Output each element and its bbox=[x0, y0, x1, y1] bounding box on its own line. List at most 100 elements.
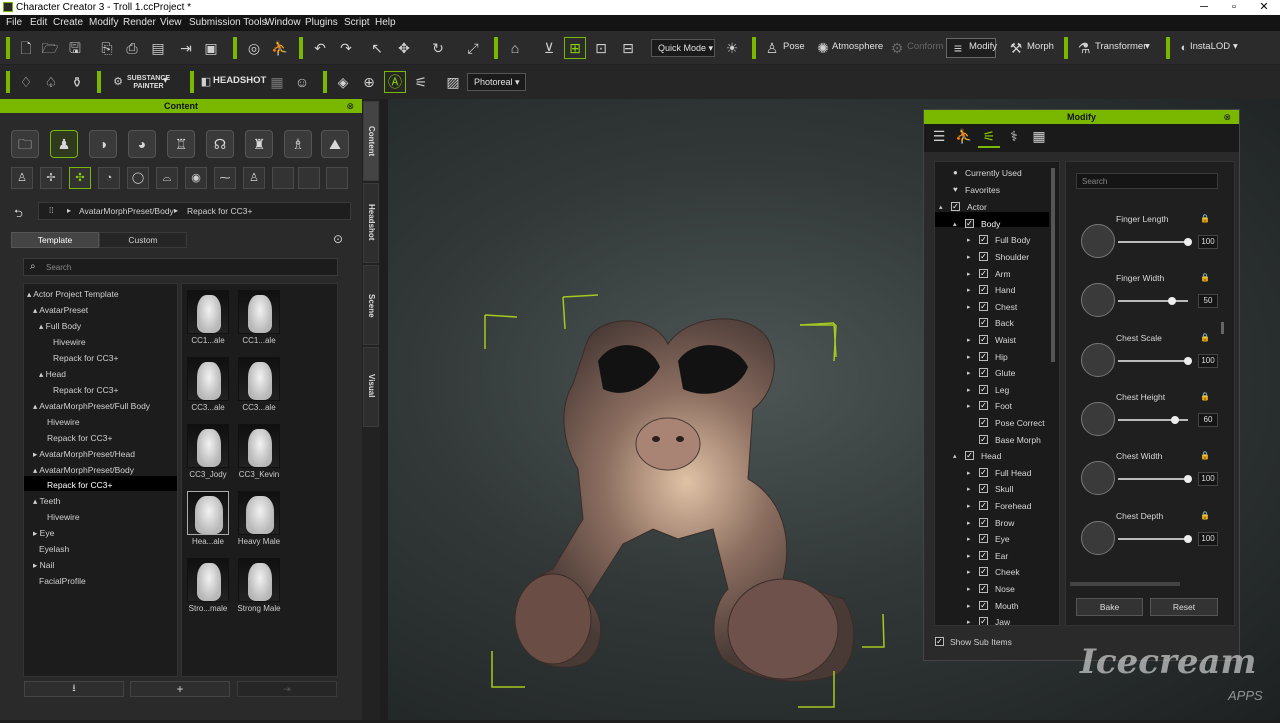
motion-tab-icon[interactable]: ⛹ bbox=[953, 128, 975, 148]
head-subtile-icon[interactable]: ◯ bbox=[127, 167, 149, 189]
list-item[interactable]: ▸ ✓ Glute bbox=[935, 367, 1049, 381]
render-mode-dropdown[interactable]: Photoreal ▾ bbox=[467, 73, 526, 91]
substance-painter-icon[interactable]: ⚙ bbox=[108, 72, 128, 92]
scene-tile-icon[interactable]: ⛰ bbox=[321, 130, 349, 158]
slider-handle[interactable] bbox=[1170, 415, 1179, 424]
category-checkbox[interactable]: ✓ bbox=[965, 218, 974, 228]
list-item[interactable]: ▸ ✓ Skull bbox=[935, 483, 1049, 497]
thumbnail[interactable] bbox=[187, 357, 229, 401]
collapse-arrow-icon[interactable]: ▸ bbox=[967, 303, 971, 311]
tree-item[interactable]: Repack for CC3+ bbox=[53, 385, 118, 395]
nail-subtile-icon[interactable]: ♙ bbox=[243, 167, 265, 189]
panel-close-icon[interactable]: ⊗ bbox=[346, 99, 354, 113]
category-checkbox[interactable]: ✓ bbox=[979, 351, 988, 361]
collapse-arrow-icon[interactable]: ▸ bbox=[967, 236, 971, 244]
tree-item-selected[interactable]: Repack for CC3+ bbox=[47, 480, 112, 490]
list-item[interactable]: ▸ ✓ Forehead bbox=[935, 500, 1049, 514]
tree-item[interactable]: ▴ Full Body bbox=[39, 321, 81, 332]
thumbnail[interactable] bbox=[187, 424, 229, 468]
collapse-arrow-icon[interactable]: ▸ bbox=[967, 485, 971, 493]
list-item[interactable]: ▸ ✓ Shoulder bbox=[935, 251, 1049, 265]
category-checkbox[interactable]: ✓ bbox=[979, 617, 988, 625]
collapse-arrow-icon[interactable]: ▸ bbox=[967, 336, 971, 344]
sphere-icon[interactable]: ◎ bbox=[244, 38, 264, 58]
list-item[interactable]: ✓ Base Morph bbox=[935, 434, 1049, 448]
pose-tile-icon[interactable]: ♗ bbox=[284, 130, 312, 158]
collapse-arrow-icon[interactable]: ▸ bbox=[967, 535, 971, 543]
menu-script[interactable]: Script bbox=[344, 17, 370, 28]
tree-item[interactable]: Repack for CC3+ bbox=[47, 433, 112, 443]
open-folder-icon[interactable]: 🗁 bbox=[40, 38, 60, 58]
category-checkbox[interactable]: ✓ bbox=[979, 268, 988, 278]
list-item[interactable]: ▸ ✓ Arm bbox=[935, 268, 1049, 282]
category-checkbox[interactable]: ✓ bbox=[979, 501, 988, 510]
category-checkbox[interactable]: ✓ bbox=[979, 434, 988, 444]
move-icon[interactable]: ✥ bbox=[394, 38, 414, 58]
thumbnail[interactable] bbox=[238, 491, 280, 535]
slider-value-field[interactable]: 60 bbox=[1198, 412, 1218, 427]
material-tab-icon[interactable]: ⚕ bbox=[1003, 128, 1025, 148]
tree-item[interactable]: FacialProfile bbox=[39, 576, 86, 586]
home-icon[interactable]: ⌂ bbox=[505, 38, 525, 58]
slider-value-field[interactable]: 100 bbox=[1198, 235, 1218, 249]
screen-icon[interactable]: ▣ bbox=[201, 38, 221, 58]
tree-item[interactable]: Hivewire bbox=[53, 337, 86, 347]
search-zoom-icon[interactable]: ⊕ bbox=[359, 72, 379, 92]
category-checkbox[interactable]: ✓ bbox=[979, 301, 988, 311]
rotate-icon[interactable]: ↻ bbox=[428, 38, 448, 58]
slider-value-field[interactable]: 100 bbox=[1198, 531, 1218, 546]
transformer-icon[interactable]: ⚗ bbox=[1074, 38, 1094, 58]
side-tab-visual[interactable]: Visual bbox=[363, 347, 379, 427]
thumbnail[interactable] bbox=[238, 558, 280, 602]
substance-dropdown-icon[interactable]: ▾ bbox=[163, 75, 168, 86]
pipe-icon[interactable]: ⚱ bbox=[67, 72, 87, 92]
collapse-arrow-icon[interactable]: ▸ bbox=[967, 402, 971, 410]
tab-custom[interactable]: Custom bbox=[99, 232, 187, 248]
download-button[interactable]: ⭳ bbox=[24, 681, 124, 697]
tree-item[interactable]: ▴ Teeth bbox=[33, 496, 60, 507]
tree-item[interactable]: ▴ Actor Project Template bbox=[27, 289, 119, 300]
category-checkbox[interactable]: ✓ bbox=[979, 567, 988, 577]
category-checkbox[interactable]: ✓ bbox=[979, 418, 988, 427]
transformer-button[interactable]: Transformer bbox=[1095, 41, 1146, 52]
body-morph-tile-icon[interactable]: ♟ bbox=[50, 130, 78, 158]
tree-item[interactable]: ▸ Nail bbox=[33, 560, 54, 571]
auto-icon[interactable]: Ⓐ bbox=[384, 71, 406, 93]
head-tile-icon[interactable]: ◑ bbox=[89, 130, 117, 158]
instalod-button[interactable]: InstaLOD bbox=[1190, 41, 1230, 52]
export-icon[interactable]: ⎙ bbox=[122, 38, 142, 58]
minimize-icon[interactable]: ─ bbox=[1189, 0, 1219, 15]
list-item[interactable]: ▸ ✓ Ear bbox=[935, 550, 1049, 564]
slider-handle[interactable] bbox=[1184, 475, 1192, 484]
paint-icon[interactable]: ♢ bbox=[16, 72, 36, 92]
folder-tile-icon[interactable]: 🗀 bbox=[11, 130, 39, 158]
category-checkbox[interactable]: ✓ bbox=[979, 285, 988, 295]
modify-search-field[interactable]: Search bbox=[1076, 173, 1218, 189]
category-checkbox[interactable]: ✓ bbox=[979, 534, 988, 544]
list-item[interactable]: ▸ ✓ Brow bbox=[935, 517, 1049, 531]
list-item[interactable]: ▸ ✓ Jaw bbox=[935, 616, 1049, 625]
slider-handle[interactable] bbox=[1167, 297, 1176, 306]
list-item[interactable]: ▸ ✓ Hip bbox=[935, 351, 1049, 365]
list-item[interactable]: ▸ ✓ Eye bbox=[935, 533, 1049, 547]
list-item[interactable]: ✓ Pose Correct bbox=[935, 417, 1049, 431]
menu-edit[interactable]: Edit bbox=[30, 17, 47, 28]
add-button[interactable]: + bbox=[130, 681, 230, 697]
skin-tile-icon[interactable]: ◕ bbox=[128, 130, 156, 158]
quick-mode-dropdown[interactable]: Quick Mode ▾ bbox=[651, 39, 715, 57]
morph-tab-icon[interactable]: ⚟ bbox=[978, 128, 1000, 148]
slider-track[interactable] bbox=[1118, 478, 1188, 481]
list-item[interactable]: ▸ ✓ Chest bbox=[935, 301, 1049, 315]
select-icon[interactable]: ↖ bbox=[367, 38, 387, 58]
category-checkbox[interactable]: ✓ bbox=[965, 451, 974, 461]
list-item[interactable]: ▸ ✓ Cheek bbox=[935, 566, 1049, 580]
paint-plus-icon[interactable]: ♤ bbox=[41, 72, 61, 92]
tree-item[interactable]: ▴ AvatarPreset bbox=[33, 305, 88, 316]
menu-view[interactable]: View bbox=[160, 17, 182, 28]
collapse-arrow-icon[interactable]: ▸ bbox=[967, 552, 971, 560]
list-item[interactable]: ▸ ✓ Foot bbox=[935, 400, 1049, 414]
close-icon[interactable]: ✕ bbox=[1249, 0, 1279, 15]
menu-submission-tools[interactable]: Submission Tools bbox=[189, 17, 267, 28]
collapse-arrow-icon[interactable]: ▸ bbox=[967, 519, 971, 527]
maximize-icon[interactable]: ▫ bbox=[1219, 0, 1249, 15]
